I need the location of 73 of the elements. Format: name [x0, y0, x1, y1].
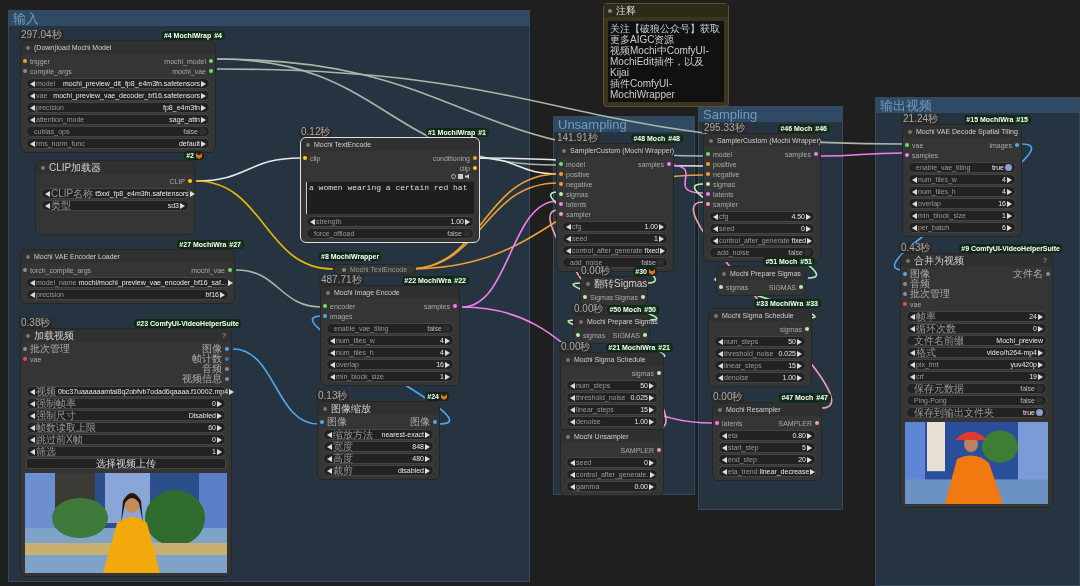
toggle-knob[interactable] [463, 230, 470, 237]
widget-label: CLIP名称 [51, 188, 94, 199]
timing-label: 0.00秒 [579, 266, 613, 276]
note-text: 视频Mochi中ComfyUI-MochiEdit插件，以及Kijai [610, 45, 710, 78]
widget-label: 筛选 [36, 446, 56, 457]
toggle-knob[interactable] [1005, 164, 1012, 171]
widget-label: 宽度 [333, 441, 353, 452]
widget-label: 循环次数 [916, 323, 956, 334]
toggle-knob[interactable] [443, 325, 450, 332]
timing-label: 295.33秒 [702, 123, 747, 133]
timing-label: 0.00秒 [572, 304, 606, 314]
widget-label: 保存元数据 [913, 383, 964, 394]
timing-label: 297.04秒 [19, 30, 64, 40]
slot-label: 图像 [202, 344, 222, 354]
widget-label: 强制尺寸 [36, 410, 76, 421]
note-text: 插件ComfyUI-MochiWrapper [610, 78, 676, 100]
toggle-knob[interactable] [1036, 397, 1043, 404]
slot-label: 音频 [910, 279, 930, 289]
widget-label: 高度 [333, 453, 353, 464]
slot-label: 文件名 [1013, 269, 1043, 279]
widget-label: 裁剪 [333, 465, 353, 476]
widget-label: 视频 [36, 386, 56, 397]
slot-label: 视频信息 [182, 374, 222, 384]
group-title: Unsampling [558, 118, 627, 131]
timing-label: 0.38秒 [19, 318, 53, 328]
group-title: Sampling [703, 108, 758, 121]
slot-label: 图像 [410, 417, 430, 427]
upload-button[interactable]: 选择视频上传 [26, 458, 226, 469]
slot-label: 图像 [910, 269, 930, 279]
timing-label: 0.00秒 [559, 342, 593, 352]
left-arrow-icon [310, 218, 315, 225]
timing-label: 0.13秒 [316, 391, 350, 401]
slot-label: 图像 [327, 417, 347, 427]
timing-label: 141.91秒 [555, 133, 600, 143]
prompt-field[interactable]: a women wearing a certain red hat [306, 182, 474, 214]
checkbox-icon [458, 174, 463, 179]
slot-label: 音频 [202, 364, 222, 374]
widget-label: 帧率 [916, 311, 936, 322]
widget-label: 强制帧率 [36, 398, 76, 409]
right-arrow-icon [465, 218, 470, 225]
timing-label: 0.00秒 [711, 392, 745, 402]
node-title: CLIP加载器 [49, 162, 103, 173]
right-arrow-icon [201, 140, 206, 147]
timing-label: 21.24秒 [901, 114, 941, 124]
widget-label: 缩放方法 [333, 429, 373, 440]
slot-label: 批次管理 [30, 344, 70, 354]
toggle-knob[interactable] [1036, 385, 1043, 392]
node-title: 翻转Sigmas [594, 278, 648, 289]
circle-icon [451, 174, 456, 179]
widget-label: 类型 [51, 200, 71, 211]
timing-label: 0.43秒 [899, 243, 933, 253]
group-title: 输入 [13, 12, 39, 25]
speaker-icon [465, 174, 471, 179]
node-title: 合并为视频 [914, 255, 965, 266]
node-title: 注释 [616, 5, 636, 16]
toggle-knob[interactable] [199, 128, 206, 135]
widget-label: 格式 [916, 347, 936, 358]
node-title: 加载视频 [34, 330, 75, 341]
note-text: 关注【破狼公众号】获取更多AIGC资源 [610, 23, 721, 45]
toggle-knob[interactable] [804, 249, 811, 256]
group-title: 输出视频 [880, 99, 932, 112]
widget-label: 文件名前缀 [913, 335, 964, 346]
widget-label: 跳过前X帧 [36, 434, 83, 445]
toggle-knob[interactable] [657, 259, 664, 266]
slot-label: 帧计数 [192, 354, 222, 364]
timing-label: 487.71秒 [319, 275, 364, 285]
node-title: 图像缩放 [331, 403, 372, 414]
timing-label: 0.12秒 [299, 127, 333, 137]
left-arrow-icon [30, 140, 35, 147]
widget-label: 保存到输出文件夹 [913, 407, 994, 418]
widget-label: 帧数读取上限 [36, 422, 96, 433]
slot-label: 批次管理 [910, 289, 950, 299]
toggle-knob[interactable] [1036, 409, 1043, 416]
